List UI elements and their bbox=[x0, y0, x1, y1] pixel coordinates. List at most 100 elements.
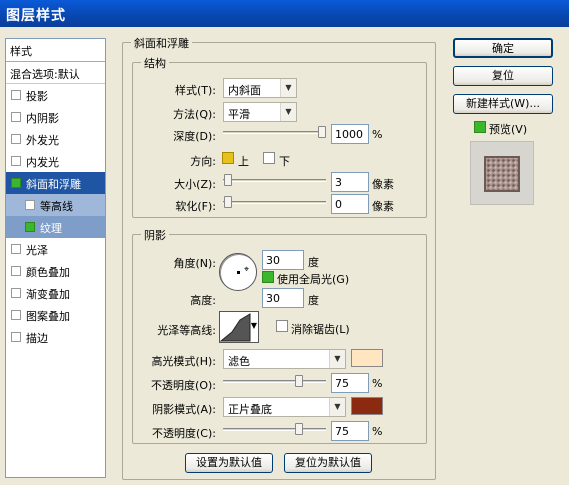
depth-label: 深度(D): bbox=[173, 130, 216, 143]
depth-slider-thumb[interactable] bbox=[318, 126, 326, 138]
size-slider-thumb[interactable] bbox=[224, 174, 232, 186]
checkbox[interactable] bbox=[11, 310, 21, 320]
style-list-header[interactable]: 样式 bbox=[6, 39, 105, 62]
highlight-opacity-label: 不透明度(O): bbox=[151, 379, 216, 392]
shadow-opacity-input[interactable]: 75 bbox=[331, 421, 369, 441]
highlight-mode-select[interactable]: 滤色 ▼ bbox=[223, 349, 346, 369]
chevron-down-icon: ▼ bbox=[329, 398, 345, 416]
checkbox[interactable] bbox=[25, 200, 35, 210]
style-label: 样式(T): bbox=[174, 84, 216, 97]
style-item-pattern-overlay[interactable]: 图案叠加 bbox=[6, 304, 105, 326]
shadow-opacity-label: 不透明度(C): bbox=[152, 427, 216, 440]
size-unit: 像素 bbox=[372, 178, 394, 191]
shadow-opacity-slider[interactable] bbox=[223, 428, 326, 431]
checkbox[interactable] bbox=[11, 112, 21, 122]
direction-up-label: 上 bbox=[238, 155, 249, 168]
checkbox[interactable] bbox=[11, 332, 21, 342]
blending-options-item[interactable]: 混合选项:默认 bbox=[6, 62, 105, 84]
style-item-inner-shadow[interactable]: 内阴影 bbox=[6, 106, 105, 128]
crosshair-icon: ⌖ bbox=[244, 265, 250, 275]
highlight-color-swatch[interactable] bbox=[351, 349, 383, 367]
depth-input[interactable]: 1000 bbox=[331, 124, 369, 144]
depth-slider[interactable] bbox=[223, 131, 326, 134]
size-label: 大小(Z): bbox=[174, 178, 216, 191]
technique-label: 方法(Q): bbox=[173, 108, 216, 121]
soften-unit: 像素 bbox=[372, 200, 394, 213]
gloss-contour-picker[interactable]: ▼ bbox=[219, 311, 259, 343]
shadow-opacity-thumb[interactable] bbox=[295, 423, 303, 435]
size-slider[interactable] bbox=[223, 179, 326, 182]
highlight-mode-label: 高光模式(H): bbox=[151, 355, 216, 368]
checkbox[interactable] bbox=[11, 156, 21, 166]
soften-input[interactable]: 0 bbox=[331, 194, 369, 214]
style-item-texture[interactable]: 纹理 bbox=[6, 216, 105, 238]
chevron-down-icon: ▼ bbox=[280, 79, 296, 97]
shadow-opacity-unit: % bbox=[372, 425, 383, 438]
style-item-drop-shadow[interactable]: 投影 bbox=[6, 84, 105, 106]
checkbox[interactable] bbox=[11, 134, 21, 144]
new-style-button[interactable]: 新建样式(W)... bbox=[453, 94, 553, 114]
style-select[interactable]: 内斜面 ▼ bbox=[223, 78, 297, 98]
depth-unit: % bbox=[372, 128, 383, 141]
gloss-contour-label: 光泽等高线: bbox=[157, 324, 216, 337]
reset-default-button[interactable]: 复位为默认值 bbox=[284, 453, 372, 473]
chevron-down-icon: ▼ bbox=[329, 350, 345, 368]
checkbox[interactable] bbox=[11, 90, 21, 100]
direction-down-label: 下 bbox=[279, 155, 290, 168]
highlight-opacity-unit: % bbox=[372, 377, 383, 390]
shadow-mode-select[interactable]: 正片叠底 ▼ bbox=[223, 397, 346, 417]
global-light-label: 使用全局光(G) bbox=[277, 273, 350, 286]
checkbox[interactable] bbox=[11, 266, 21, 276]
direction-up-radio[interactable] bbox=[222, 152, 234, 164]
shadow-mode-label: 阴影模式(A): bbox=[152, 403, 216, 416]
soften-slider[interactable] bbox=[223, 201, 326, 204]
contour-curve-icon bbox=[220, 313, 251, 342]
style-item-bevel-emboss[interactable]: 斜面和浮雕 bbox=[6, 172, 105, 194]
checkbox[interactable] bbox=[11, 244, 21, 254]
altitude-unit: 度 bbox=[308, 294, 319, 307]
altitude-input[interactable]: 30 bbox=[262, 288, 304, 308]
style-item-gradient-overlay[interactable]: 渐变叠加 bbox=[6, 282, 105, 304]
size-input[interactable]: 3 bbox=[331, 172, 369, 192]
antialias-checkbox[interactable] bbox=[276, 320, 288, 332]
ok-button[interactable]: 确定 bbox=[453, 38, 553, 58]
make-default-button[interactable]: 设置为默认值 bbox=[185, 453, 273, 473]
style-item-contour[interactable]: 等高线 bbox=[6, 194, 105, 216]
structure-title: 结构 bbox=[141, 55, 169, 71]
style-list: 样式 混合选项:默认 投影 内阴影 外发光 内发光 斜面和浮雕 等高线 纹理 光… bbox=[5, 38, 106, 478]
style-item-stroke[interactable]: 描边 bbox=[6, 326, 105, 348]
angle-dial-center bbox=[237, 271, 240, 274]
shadow-color-swatch[interactable] bbox=[351, 397, 383, 415]
angle-label: 角度(N): bbox=[173, 257, 216, 270]
style-item-outer-glow[interactable]: 外发光 bbox=[6, 128, 105, 150]
angle-dial[interactable]: ⌖ bbox=[219, 253, 257, 291]
style-item-color-overlay[interactable]: 颜色叠加 bbox=[6, 260, 105, 282]
direction-label: 方向: bbox=[190, 155, 216, 168]
altitude-label: 高度: bbox=[190, 294, 216, 307]
shading-title: 阴影 bbox=[141, 227, 169, 243]
window-title: 图层样式 bbox=[0, 0, 569, 27]
checkbox[interactable] bbox=[25, 222, 35, 232]
style-item-satin[interactable]: 光泽 bbox=[6, 238, 105, 260]
angle-input[interactable]: 30 bbox=[262, 250, 304, 270]
highlight-opacity-thumb[interactable] bbox=[295, 375, 303, 387]
highlight-opacity-input[interactable]: 75 bbox=[331, 373, 369, 393]
technique-select[interactable]: 平滑 ▼ bbox=[223, 102, 297, 122]
soften-slider-thumb[interactable] bbox=[224, 196, 232, 208]
preview-swatch bbox=[484, 156, 520, 192]
reset-button[interactable]: 复位 bbox=[453, 66, 553, 86]
soften-label: 软化(F): bbox=[175, 200, 216, 213]
preview-checkbox[interactable] bbox=[474, 121, 486, 133]
chevron-down-icon: ▼ bbox=[280, 103, 296, 121]
style-item-inner-glow[interactable]: 内发光 bbox=[6, 150, 105, 172]
direction-down-radio[interactable] bbox=[263, 152, 275, 164]
checkbox[interactable] bbox=[11, 288, 21, 298]
bevel-emboss-title: 斜面和浮雕 bbox=[131, 35, 192, 51]
chevron-down-icon: ▼ bbox=[250, 321, 257, 330]
highlight-opacity-slider[interactable] bbox=[223, 380, 326, 383]
style-preview-thumbnail bbox=[470, 141, 534, 205]
preview-label: 预览(V) bbox=[489, 123, 528, 136]
checkbox[interactable] bbox=[11, 178, 21, 188]
antialias-label: 消除锯齿(L) bbox=[291, 323, 350, 336]
global-light-checkbox[interactable] bbox=[262, 271, 274, 283]
